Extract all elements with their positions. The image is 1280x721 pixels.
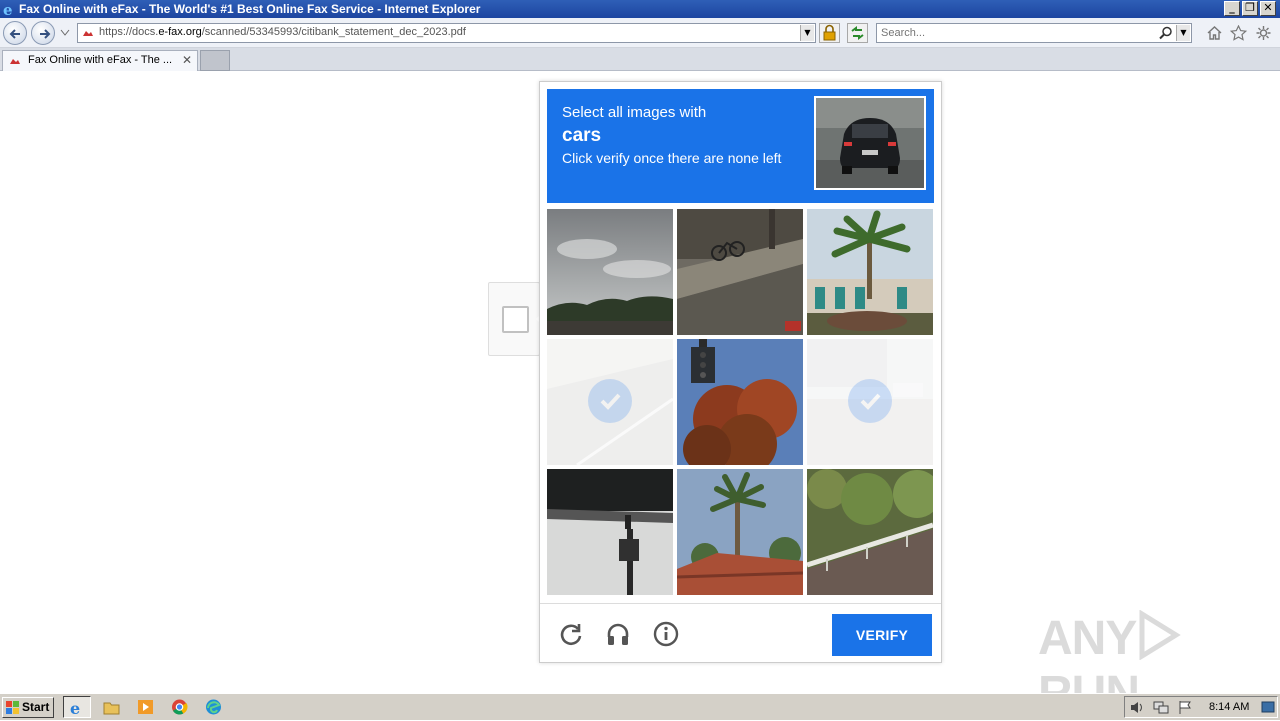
instruction-text: Select all images with xyxy=(562,104,707,121)
url-path: /scanned/53345993/citibank_statement_dec… xyxy=(201,26,466,38)
search-icon[interactable] xyxy=(1159,26,1173,40)
taskbar-ie[interactable]: e xyxy=(63,696,91,718)
taskbar: Start e 8:14 AM xyxy=(0,693,1280,720)
tab-close-icon[interactable]: ✕ xyxy=(182,53,192,67)
history-dropdown-icon[interactable] xyxy=(60,29,70,37)
play-logo-icon xyxy=(1139,610,1182,660)
lock-icon xyxy=(823,24,836,41)
refresh-arrows-icon xyxy=(851,26,864,40)
close-window-button[interactable]: ✕ xyxy=(1260,1,1276,16)
grid-tile-2[interactable] xyxy=(677,209,803,335)
minimize-button[interactable]: _ xyxy=(1224,1,1240,16)
selected-check-icon xyxy=(588,379,632,423)
svg-text:e: e xyxy=(70,700,80,716)
grid-tile-7[interactable] xyxy=(547,469,673,595)
forward-button[interactable] xyxy=(31,21,55,45)
taskbar-edge[interactable] xyxy=(200,696,228,718)
settings-gear-icon[interactable] xyxy=(1255,25,1272,41)
url-domain: e-fax.org xyxy=(158,26,202,38)
restore-button[interactable]: ❐ xyxy=(1242,1,1258,16)
grid-tile-4[interactable] xyxy=(547,339,673,465)
arrow-right-icon xyxy=(40,29,51,39)
svg-text:e: e xyxy=(3,1,13,17)
folder-icon xyxy=(103,702,120,715)
favorites-star-icon[interactable] xyxy=(1230,25,1247,41)
selected-check-icon xyxy=(848,379,892,423)
tab-efax[interactable]: Fax Online with eFax - The ... ✕ xyxy=(2,50,198,71)
internet-explorer-icon: e xyxy=(70,700,80,716)
grid-tile-6[interactable] xyxy=(807,339,933,465)
sample-car-image xyxy=(814,96,926,190)
window-title: Fax Online with eFax - The World's #1 Be… xyxy=(19,2,481,16)
volume-icon[interactable] xyxy=(1129,700,1145,715)
start-button[interactable]: Start xyxy=(2,697,54,718)
navigation-bar: https://docs.e-fax.org/scanned/53345993/… xyxy=(0,18,1280,48)
info-icon[interactable] xyxy=(653,621,679,647)
tab-favicon-icon xyxy=(10,59,20,64)
grid-tile-1[interactable] xyxy=(547,209,673,335)
watermark-text-left: ANY xyxy=(1038,612,1137,665)
back-button[interactable] xyxy=(3,21,27,45)
grid-tile-9[interactable] xyxy=(807,469,933,595)
home-icon[interactable] xyxy=(1206,25,1223,41)
tab-label: Fax Online with eFax - The ... xyxy=(28,54,173,66)
search-input[interactable] xyxy=(881,26,1151,40)
refresh-button[interactable] xyxy=(847,23,868,43)
captcha-challenge: Select all images with cars Click verify… xyxy=(539,81,942,663)
action-center-flag-icon[interactable] xyxy=(1177,700,1193,715)
search-box[interactable]: ▼ xyxy=(876,23,1192,43)
verify-button[interactable]: VERIFY xyxy=(832,614,932,656)
challenge-footer: VERIFY xyxy=(540,603,941,662)
chrome-icon xyxy=(172,699,188,715)
address-dropdown-button[interactable]: ▼ xyxy=(800,25,814,41)
windows-logo-icon xyxy=(6,701,19,714)
grid-tile-3[interactable] xyxy=(807,209,933,335)
edge-icon xyxy=(206,699,221,715)
captcha-checkbox[interactable] xyxy=(502,306,529,333)
page-favicon-icon xyxy=(83,31,93,36)
taskbar-clock[interactable]: 8:14 AM xyxy=(1209,701,1249,713)
audio-headphones-icon[interactable] xyxy=(605,621,631,647)
arrow-left-icon xyxy=(9,29,20,39)
grid-tile-8[interactable] xyxy=(677,469,803,595)
media-player-icon xyxy=(138,700,153,714)
image-grid xyxy=(547,209,934,596)
window-titlebar: e Fax Online with eFax - The World's #1 … xyxy=(0,0,1280,18)
grid-tile-5[interactable] xyxy=(677,339,803,465)
address-bar[interactable]: https://docs.e-fax.org/scanned/53345993/… xyxy=(77,23,816,43)
challenge-banner: Select all images with cars Click verify… xyxy=(547,89,934,203)
instruction-hint: Click verify once there are none left xyxy=(562,150,782,166)
search-dropdown-button[interactable]: ▼ xyxy=(1176,25,1190,41)
url-text[interactable]: https://docs.e-fax.org/scanned/53345993/… xyxy=(99,26,466,38)
captcha-anchor xyxy=(488,282,540,356)
start-label: Start xyxy=(22,700,50,714)
tab-bar: Fax Online with eFax - The ... ✕ xyxy=(0,48,1280,71)
show-desktop-icon[interactable] xyxy=(1261,700,1275,715)
network-icon[interactable] xyxy=(1153,700,1169,715)
url-prefix: https://docs. xyxy=(99,26,159,38)
taskbar-explorer[interactable] xyxy=(98,696,126,718)
taskbar-chrome[interactable] xyxy=(166,696,194,718)
target-object: cars xyxy=(562,125,602,146)
system-tray: 8:14 AM xyxy=(1124,696,1278,718)
internet-explorer-icon: e xyxy=(3,1,13,17)
security-lock-button[interactable] xyxy=(819,23,840,43)
taskbar-media-player[interactable] xyxy=(132,696,160,718)
new-tab-button[interactable] xyxy=(200,50,230,71)
reload-icon[interactable] xyxy=(558,621,584,647)
